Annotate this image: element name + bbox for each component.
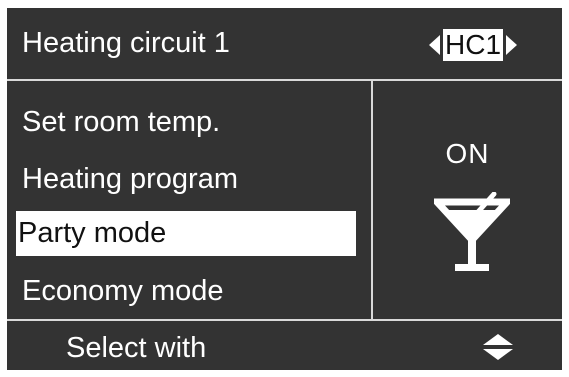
circuit-selector[interactable]: HC1 <box>429 29 518 61</box>
party-mode-status: ON <box>445 138 490 169</box>
up-down-arrows-icon <box>483 334 513 360</box>
menu-item-party-mode[interactable]: Party mode <box>16 211 356 256</box>
heating-menu: Set room temp. Heating program Party mod… <box>7 81 373 319</box>
circuit-value: HC1 <box>443 29 504 61</box>
cocktail-glass-icon <box>434 192 510 271</box>
party-mode-status-panel: ON <box>373 81 562 319</box>
menu-item-set-room-temp[interactable]: Set room temp. <box>16 101 356 143</box>
menu-item-heating-program[interactable]: Heating program <box>16 158 356 200</box>
select-instruction: Select with <box>66 332 207 364</box>
display-footer: Select with <box>7 319 562 372</box>
heating-control-display: Heating circuit 1 HC1 Set room temp. Hea… <box>7 8 562 370</box>
menu-item-economy-mode[interactable]: Economy mode <box>16 270 356 312</box>
arrow-right-icon[interactable] <box>506 35 518 55</box>
heating-circuit-title: Heating circuit 1 <box>22 27 230 59</box>
display-header: Heating circuit 1 HC1 <box>7 8 562 81</box>
arrow-left-icon[interactable] <box>429 35 440 55</box>
